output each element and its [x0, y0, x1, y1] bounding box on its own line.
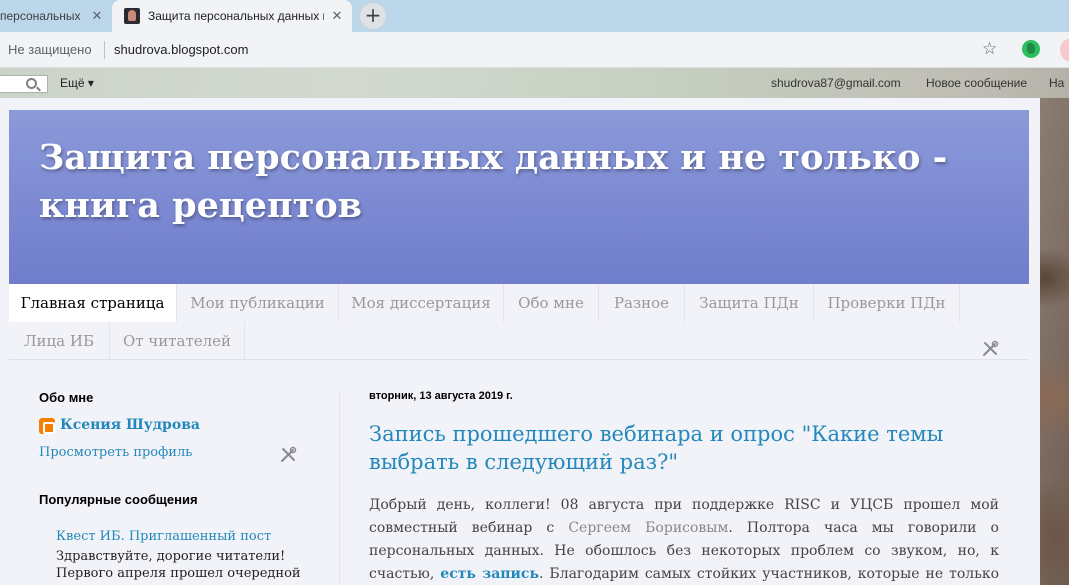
- tab-from-readers[interactable]: От читателей: [110, 322, 245, 360]
- popular-post-snippet: Здравствуйте, дорогие читатели! Первого …: [56, 549, 301, 581]
- url-input[interactable]: shudrova.blogspot.com: [114, 42, 248, 57]
- tab-misc[interactable]: Разное: [599, 284, 685, 322]
- post-author-link[interactable]: Сергеем Борисовым: [568, 520, 728, 536]
- edit-tabs-wrench-icon[interactable]: [981, 340, 999, 358]
- tab-title: персональных: [0, 9, 81, 23]
- tab-home[interactable]: Главная страница: [9, 284, 177, 322]
- evernote-icon[interactable]: [1022, 40, 1040, 58]
- tab-about[interactable]: Обо мне: [504, 284, 599, 322]
- navbar-more-menu[interactable]: Ещё ▾: [60, 76, 94, 90]
- navbar-search-input[interactable]: [0, 75, 48, 93]
- profile-icon[interactable]: [1060, 38, 1069, 62]
- close-icon[interactable]: ✕: [90, 9, 104, 23]
- navbar-design-link[interactable]: Ha: [1049, 76, 1064, 90]
- post-recording-link[interactable]: есть запись: [440, 566, 539, 582]
- divider: [104, 41, 105, 59]
- browser-tab-inactive[interactable]: персональных ✕: [0, 0, 112, 32]
- address-bar: Не защищено shudrova.blogspot.com ☆: [0, 32, 1069, 68]
- star-icon[interactable]: ☆: [982, 39, 997, 59]
- tab-pdn-protection[interactable]: Защита ПДн: [685, 284, 814, 322]
- navbar-email[interactable]: shudrova87@gmail.com: [771, 76, 901, 90]
- edit-widget-wrench-icon[interactable]: [279, 446, 297, 464]
- blog-title[interactable]: Защита персональных данных и не только -…: [39, 134, 999, 230]
- post-date: вторник, 13 августа 2019 г.: [369, 390, 513, 402]
- blogger-icon: [39, 418, 55, 434]
- tab-pdn-checks[interactable]: Проверки ПДн: [814, 284, 960, 322]
- security-indicator[interactable]: Не защищено: [8, 42, 92, 57]
- navbar-new-post-link[interactable]: Новое сообщение: [926, 76, 1027, 90]
- popular-posts-title: Популярные сообщения: [39, 492, 198, 507]
- post-body: Добрый день, коллеги! 08 августа при под…: [369, 494, 999, 585]
- tab-ib-faces[interactable]: Лица ИБ: [9, 322, 110, 360]
- tab-dissertation[interactable]: Моя диссертация: [339, 284, 504, 322]
- tab-title: Защита персональных данных и: [148, 9, 324, 23]
- popular-post-link[interactable]: Квест ИБ. Приглашенный пост: [56, 529, 271, 544]
- blogger-navbar: [0, 68, 1069, 98]
- sidebar-divider: [339, 392, 340, 585]
- tabs-divider: [9, 359, 1029, 360]
- browser-tab-active[interactable]: Защита персональных данных и ✕: [112, 0, 352, 32]
- browser-tab-strip: персональных ✕ Защита персональных данны…: [0, 0, 1069, 32]
- post-title-link[interactable]: Запись прошедшего вебинара и опрос "Каки…: [369, 420, 1009, 476]
- search-icon[interactable]: [26, 78, 37, 89]
- close-icon[interactable]: ✕: [330, 9, 344, 23]
- about-widget-title: Обо мне: [39, 390, 94, 405]
- favicon-icon: [124, 8, 140, 24]
- tab-publications[interactable]: Мои публикации: [177, 284, 339, 322]
- author-name-link[interactable]: Ксения Шудрова: [60, 417, 200, 433]
- view-profile-link[interactable]: Просмотреть профиль: [39, 445, 192, 460]
- new-tab-button[interactable]: +: [360, 3, 386, 29]
